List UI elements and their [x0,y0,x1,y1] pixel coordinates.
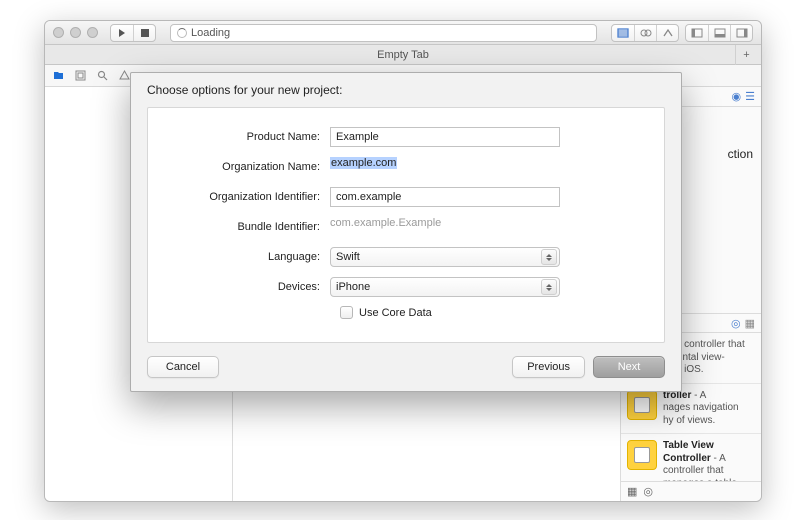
project-navigator-icon[interactable] [51,70,65,81]
standard-editor-icon[interactable] [612,25,634,41]
chevron-updown-icon [541,249,557,265]
bundle-identifier-label: Bundle Identifier: [170,221,330,233]
zoom-icon[interactable] [87,27,98,38]
close-icon[interactable] [53,27,64,38]
sheet-footer: Cancel Previous Next [131,343,681,391]
checkbox-icon [340,306,353,319]
language-select-value: Swift [336,251,360,263]
version-editor-icon[interactable] [656,25,678,41]
add-tab-button[interactable]: + [735,45,757,65]
product-name-input[interactable] [330,127,560,147]
devices-label: Devices: [170,281,330,293]
stop-icon [141,29,149,37]
activity-bar: Loading [170,24,597,42]
minimize-icon[interactable] [70,27,81,38]
language-select[interactable]: Swift [330,247,560,267]
toggle-debug-icon[interactable] [708,25,730,41]
cancel-button[interactable]: Cancel [147,356,219,378]
table-view-controller-icon [627,440,657,470]
window-traffic-lights[interactable] [53,27,98,38]
run-stop-controls[interactable] [110,24,156,42]
toggle-navigator-icon[interactable] [686,25,708,41]
use-core-data-label: Use Core Data [359,307,432,319]
new-project-options-sheet: Choose options for your new project: Pro… [130,72,682,392]
sheet-title: Choose options for your new project: [131,73,681,103]
organization-identifier-label: Organization Identifier: [170,191,330,203]
toggle-utilities-icon[interactable] [730,25,752,41]
symbol-navigator-icon[interactable] [73,70,87,81]
chevron-updown-icon [541,279,557,295]
search-navigator-icon[interactable] [95,70,109,81]
media-library-icon[interactable]: ▦ [745,317,755,330]
sheet-body: Product Name: Organization Name: example… [147,107,665,343]
list-item[interactable]: Table View Controller - A controller tha… [621,434,761,481]
product-name-label: Product Name: [170,131,330,143]
devices-select-value: iPhone [336,281,370,293]
editor-mode-buttons[interactable] [611,24,679,42]
organization-name-input[interactable]: example.com [330,157,560,169]
nav-controller-icon [627,390,657,420]
use-core-data-checkbox[interactable]: Use Core Data [340,306,642,319]
library-footer[interactable]: ▦ ◎ [621,481,761,501]
next-button[interactable]: Next [593,356,665,378]
play-icon [119,29,125,37]
issue-navigator-icon[interactable] [117,70,131,81]
tab-bar: Empty Tab + [45,45,761,65]
assistant-editor-icon[interactable] [634,25,656,41]
file-inspector-icon[interactable]: ◉ [732,90,742,103]
list-item-label: troller - Anages navigationhy of views. [663,390,755,428]
devices-select[interactable]: iPhone [330,277,560,297]
stop-button[interactable] [133,25,155,41]
language-label: Language: [170,251,330,263]
run-button[interactable] [111,25,133,41]
spinner-icon [177,28,187,38]
window-titlebar: Loading [45,21,761,45]
activity-label: Loading [191,27,230,39]
grid-view-icon[interactable]: ▦ [627,485,637,498]
quick-help-icon[interactable]: ☰ [745,90,755,103]
previous-button[interactable]: Previous [512,356,585,378]
list-view-icon[interactable]: ◎ [643,485,653,498]
tab-title[interactable]: Empty Tab [377,49,429,61]
bundle-identifier-value: com.example.Example [330,217,560,237]
organization-name-label: Organization Name: [170,161,330,173]
object-library-icon[interactable]: ◎ [731,317,741,330]
organization-identifier-input[interactable] [330,187,560,207]
list-item-label: Table View Controller - A controller tha… [663,440,755,481]
view-toggle-buttons[interactable] [685,24,753,42]
